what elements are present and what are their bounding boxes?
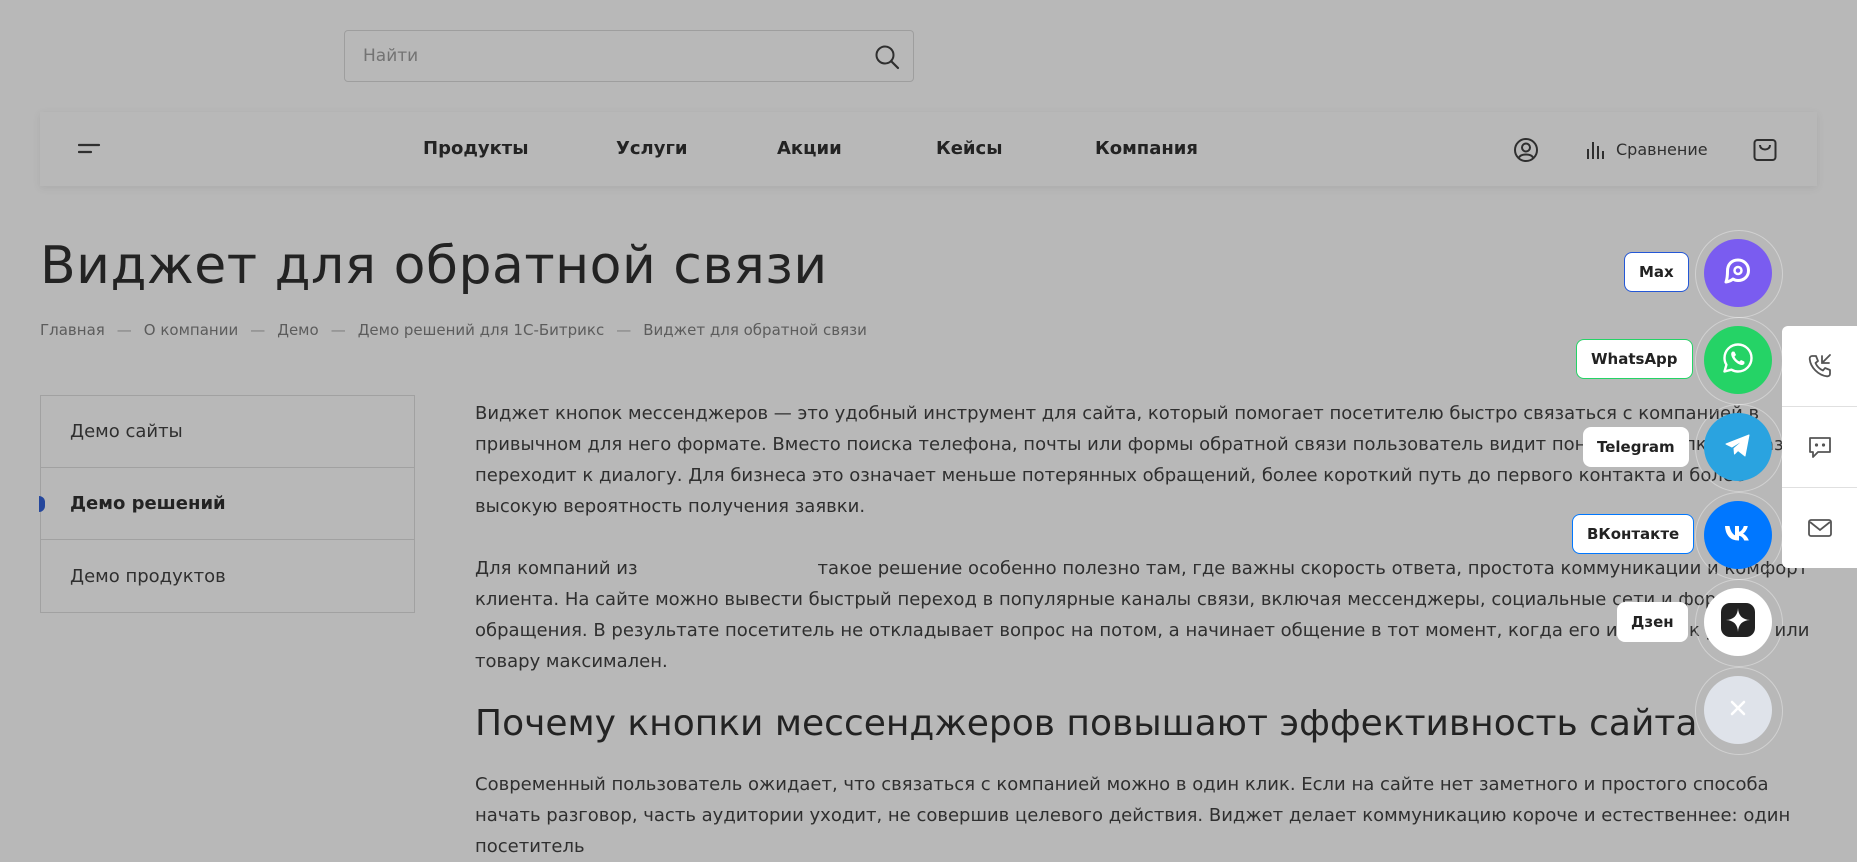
modal-overlay[interactable] [0,0,1857,862]
phone-callback-icon[interactable] [1806,352,1834,380]
max-button[interactable] [1695,230,1783,318]
vk-icon [1720,515,1756,555]
divider [1782,406,1857,407]
dzen-label[interactable]: Дзен [1617,602,1688,642]
contact-side-panel [1782,326,1857,568]
whatsapp-button[interactable] [1695,317,1783,405]
mail-icon[interactable] [1806,514,1834,542]
telegram-label[interactable]: Telegram [1583,427,1689,467]
max-icon [1721,254,1755,292]
whatsapp-label[interactable]: WhatsApp [1576,339,1693,379]
divider [1782,487,1857,488]
telegram-button[interactable] [1695,404,1783,492]
dzen-button[interactable] [1695,579,1783,667]
max-label[interactable]: Max [1624,252,1689,292]
page: Продукты Услуги Акции Кейсы Компания Сра… [0,0,1857,862]
vkontakte-label[interactable]: ВКонтакте [1572,514,1695,554]
telegram-icon [1721,428,1755,466]
chat-icon[interactable] [1806,433,1834,461]
vkontakte-button[interactable] [1695,492,1783,580]
close-icon [1728,698,1748,722]
widget-close-button[interactable] [1695,667,1783,755]
whatsapp-icon [1720,340,1756,380]
dzen-icon [1719,601,1757,643]
